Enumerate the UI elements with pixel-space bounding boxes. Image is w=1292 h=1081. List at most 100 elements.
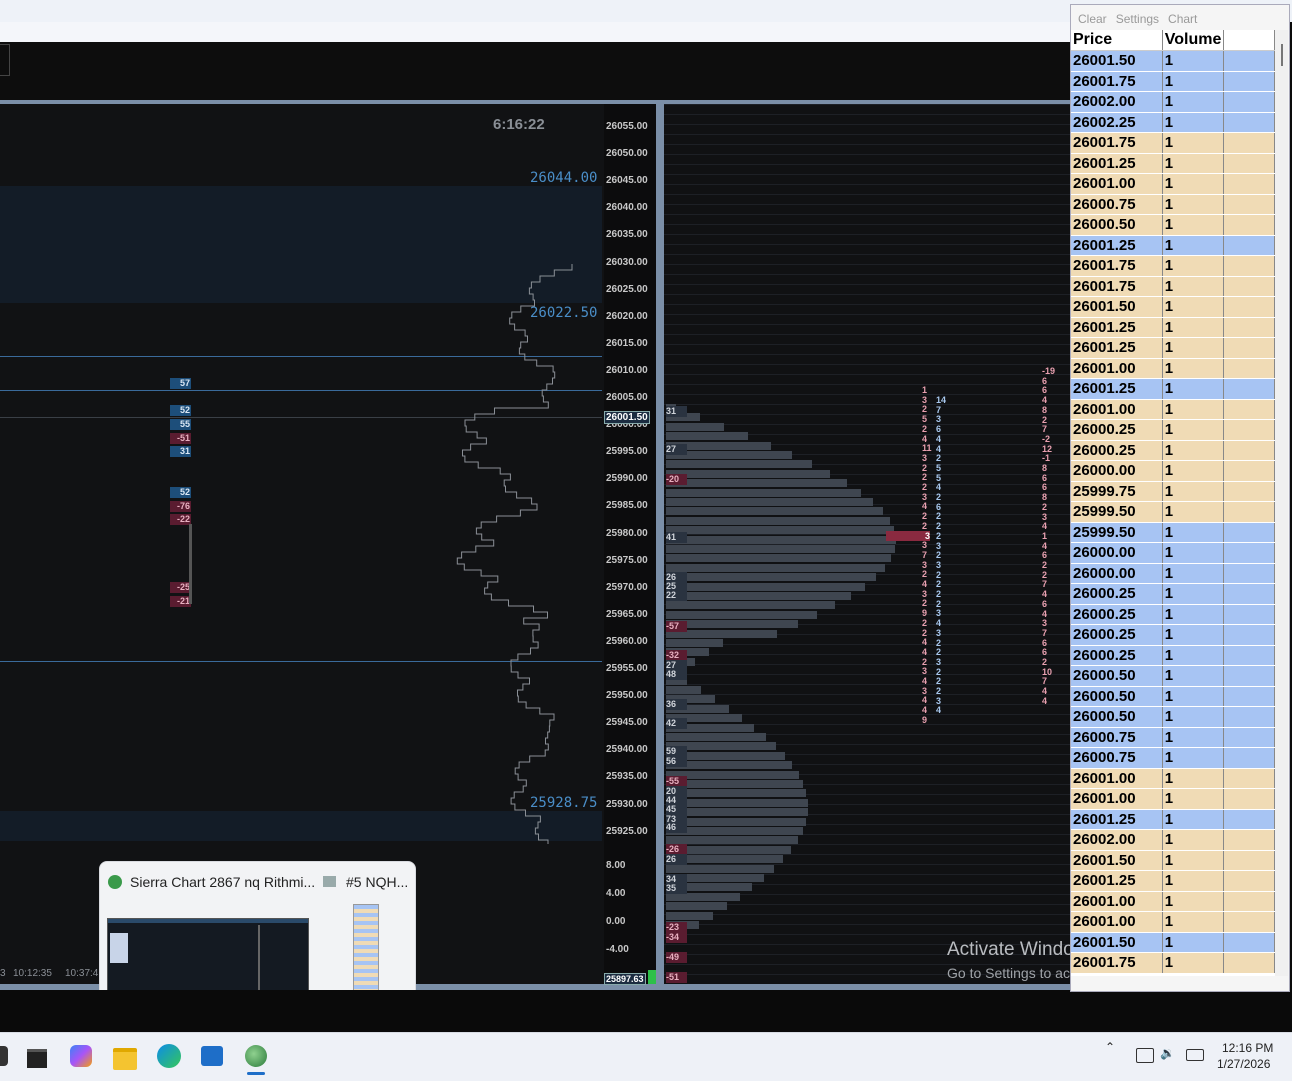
clock-time[interactable]: 12:16 PM (1222, 1041, 1273, 1055)
trade-row[interactable]: 26000.75 1 (1071, 747, 1275, 769)
trade-row[interactable]: 26001.50 1 (1071, 932, 1275, 953)
volume-column-header[interactable]: Volume (1162, 30, 1225, 51)
trade-row[interactable]: 26001.00 1 (1071, 768, 1275, 789)
windows-icon[interactable] (0, 1041, 10, 1071)
trade-row[interactable]: 26000.25 1 (1071, 419, 1275, 441)
trade-row[interactable]: 26002.00 1 (1071, 829, 1275, 851)
trade-row[interactable]: 26001.75 1 (1071, 71, 1275, 92)
dom-row-line (664, 174, 1070, 175)
trade-extra (1223, 952, 1275, 974)
network-icon[interactable] (1136, 1048, 1154, 1063)
trade-volume: 1 (1162, 50, 1225, 72)
price-tick: 25975.00 (606, 554, 648, 566)
trade-row[interactable]: 26001.75 1 (1071, 132, 1275, 154)
thumbnail-chart-preview[interactable] (107, 918, 309, 998)
trade-row[interactable]: 26001.00 1 (1071, 891, 1275, 912)
dom-row-line (664, 394, 1070, 395)
trade-row[interactable]: 26000.25 1 (1071, 440, 1275, 461)
footprint-cell: 2 (936, 686, 942, 696)
clear-menu[interactable]: Clear (1078, 12, 1107, 26)
dom-row-line (664, 404, 1070, 405)
time-and-sales-table[interactable]: Price Volume 26001.50 1 26001.75 1 26002.00 1… (1071, 30, 1275, 976)
trade-row[interactable]: 26001.50 1 (1071, 850, 1275, 871)
trade-row[interactable]: 26000.50 1 (1071, 214, 1275, 236)
copilot-icon[interactable] (66, 1041, 96, 1071)
terminal-icon[interactable] (22, 1041, 52, 1071)
trade-price: 26000.25 (1071, 583, 1163, 605)
trade-row[interactable]: 26001.75 1 (1071, 952, 1275, 974)
trade-extra (1223, 399, 1275, 420)
trade-row[interactable]: 26000.50 1 (1071, 686, 1275, 707)
trade-row[interactable]: 26001.25 1 (1071, 337, 1275, 359)
trade-volume: 1 (1162, 91, 1225, 113)
sierra-chart-taskbar-icon[interactable] (241, 1041, 271, 1071)
trade-row[interactable]: 26000.25 1 (1071, 624, 1275, 646)
volume-icon[interactable]: 🔉 (1160, 1046, 1175, 1060)
trade-volume: 1 (1162, 645, 1225, 666)
chevron-up-icon[interactable]: ⌃ (1105, 1040, 1115, 1054)
trade-row[interactable]: 26000.00 1 (1071, 563, 1275, 584)
trade-row[interactable]: 26000.75 1 (1071, 194, 1275, 215)
trade-row[interactable]: 26001.00 1 (1071, 399, 1275, 420)
trade-row[interactable]: 26001.25 1 (1071, 235, 1275, 256)
trade-row[interactable]: 26002.25 1 (1071, 112, 1275, 133)
trade-row[interactable]: 26000.75 1 (1071, 727, 1275, 748)
trade-row[interactable]: 26000.50 1 (1071, 665, 1275, 687)
file-explorer-icon[interactable] (110, 1041, 140, 1071)
trade-row[interactable]: 26002.00 1 (1071, 91, 1275, 113)
trade-row[interactable]: 26000.00 1 (1071, 542, 1275, 564)
price-column-header[interactable]: Price (1071, 30, 1163, 51)
clock-date[interactable]: 1/27/2026 (1217, 1057, 1270, 1071)
toolbar-button[interactable] (0, 44, 10, 76)
scrollbar-thumb[interactable] (1281, 44, 1283, 66)
trade-row[interactable]: 26001.25 1 (1071, 809, 1275, 830)
windows-taskbar (0, 1032, 1292, 1081)
trade-row[interactable]: 25999.50 1 (1071, 522, 1275, 543)
trade-row[interactable]: 25999.75 1 (1071, 481, 1275, 502)
trade-row[interactable]: 26001.00 1 (1071, 173, 1275, 195)
battery-icon[interactable] (1186, 1049, 1204, 1061)
trade-row[interactable]: 25999.50 1 (1071, 501, 1275, 523)
trade-row[interactable]: 26001.25 1 (1071, 870, 1275, 892)
trade-row[interactable]: 26001.25 1 (1071, 153, 1275, 174)
dom-row-line (664, 144, 1070, 145)
trade-row[interactable]: 26001.00 1 (1071, 358, 1275, 379)
price-chart[interactable]: 57 52 55 -51 31 52 -76 -22 -25 -21 (0, 104, 656, 984)
footprint-cell: 14 (936, 395, 947, 405)
trade-row[interactable]: 26001.75 1 (1071, 255, 1275, 277)
price-scale[interactable]: 26055.00 26050.00 26045.00 26040.00 26035.00… (604, 104, 656, 984)
footprint-cell: 2 (1042, 657, 1048, 667)
trade-price: 26001.25 (1071, 235, 1163, 256)
trade-row[interactable]: 26001.25 1 (1071, 378, 1275, 400)
footprint-cell: 6 (1042, 472, 1048, 483)
settings-menu[interactable]: Settings (1116, 12, 1159, 26)
trade-row[interactable]: 26001.00 1 (1071, 911, 1275, 933)
trade-row[interactable]: 26001.25 1 (1071, 317, 1275, 338)
trade-row[interactable]: 26000.00 1 (1071, 460, 1275, 482)
trade-row[interactable]: 26001.50 1 (1071, 50, 1275, 72)
footprint-delta-label: 48 (666, 669, 687, 680)
trade-row[interactable]: 26001.75 1 (1071, 276, 1275, 297)
edge-icon[interactable] (154, 1041, 184, 1071)
footprint-cell: 6 (1042, 598, 1048, 609)
trade-volume: 1 (1162, 358, 1225, 379)
footprint-chart[interactable]: 31 27 -20 41 26 25 22 -57 -32 27 48 36 42 59 56 -55 20 44… (664, 104, 1070, 984)
chart-menu[interactable]: Chart (1168, 12, 1197, 26)
trade-row[interactable]: 26001.00 1 (1071, 788, 1275, 810)
footprint-cell: 3 (936, 414, 942, 425)
trade-row[interactable]: 26000.25 1 (1071, 604, 1275, 625)
trade-row[interactable]: 26000.25 1 (1071, 583, 1275, 605)
trade-row[interactable]: 26000.50 1 (1071, 706, 1275, 728)
dom-row-line (664, 284, 1070, 285)
footprint-cell: 7 (1042, 627, 1048, 638)
footprint-cell: 2 (936, 530, 942, 541)
sierra-chart-icon (108, 875, 122, 889)
trade-row[interactable]: 26000.25 1 (1071, 645, 1275, 666)
outlook-icon[interactable] (197, 1041, 227, 1071)
sub-tick: 0.00 (606, 916, 626, 927)
extra-column-header[interactable] (1223, 30, 1275, 51)
trade-volume: 1 (1162, 153, 1225, 174)
trade-row[interactable]: 26001.50 1 (1071, 296, 1275, 318)
table-scrollbar[interactable] (1275, 30, 1288, 976)
trade-volume: 1 (1162, 173, 1225, 195)
